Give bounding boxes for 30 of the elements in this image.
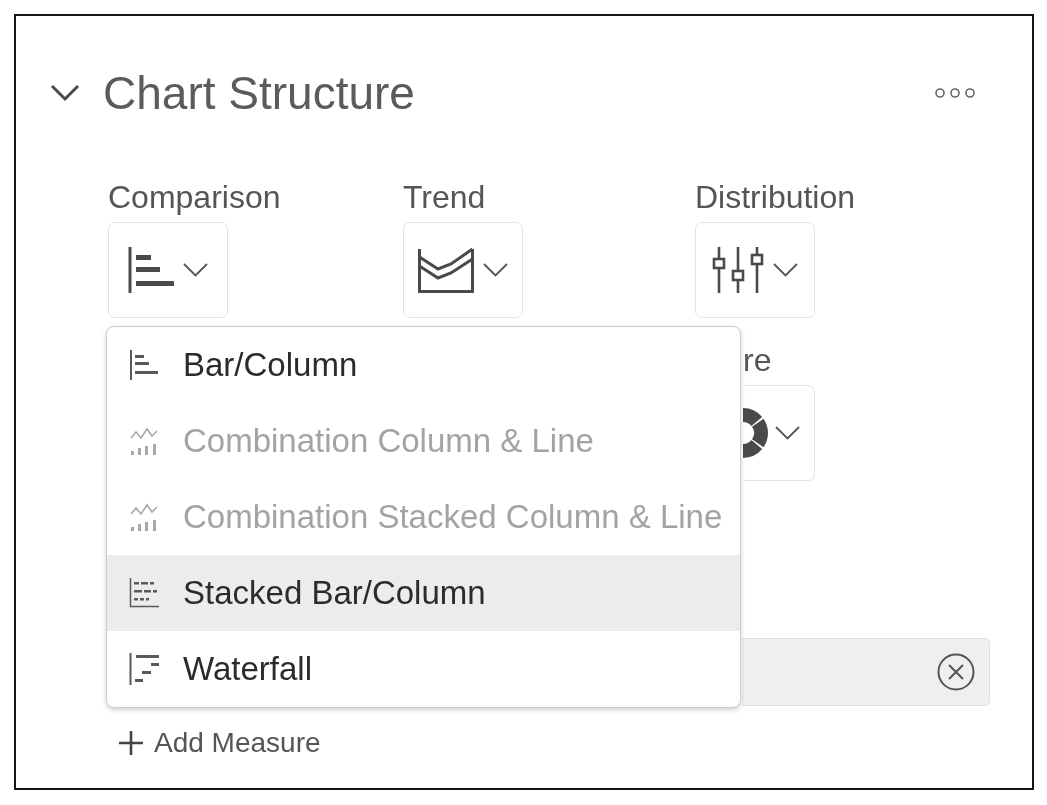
- add-measure-button[interactable]: Add Measure: [118, 728, 321, 758]
- category-label: Comparison: [108, 180, 281, 214]
- chart-type-button[interactable]: [108, 222, 228, 318]
- category-label: re: [743, 343, 772, 377]
- panel-title: Chart Structure: [103, 70, 415, 116]
- chevron-down-icon[interactable]: [50, 84, 80, 102]
- area-chart-icon: [418, 247, 474, 293]
- plus-icon: [118, 730, 144, 756]
- chevron-down-icon: [183, 263, 208, 277]
- more-icon[interactable]: [935, 88, 975, 98]
- chart-type-button[interactable]: [743, 385, 815, 481]
- chevron-down-icon: [773, 263, 798, 277]
- combo-chart-icon: [129, 502, 159, 532]
- box-plot-icon: [712, 247, 764, 293]
- category-label: Distribution: [695, 180, 856, 214]
- bar-chart-icon: [128, 247, 174, 293]
- donut-chart-icon: [743, 407, 768, 459]
- chevron-down-icon: [775, 426, 800, 440]
- menu-item[interactable]: Waterfall: [107, 631, 740, 707]
- category-label: Trend: [403, 180, 486, 214]
- waterfall-chart-icon: [129, 653, 159, 685]
- menu-item[interactable]: Bar/Column: [107, 327, 740, 403]
- chart-type-button[interactable]: [695, 222, 815, 318]
- combo-chart-icon: [129, 426, 159, 456]
- stacked-bar-chart-icon: [129, 578, 159, 608]
- chevron-down-icon: [483, 263, 508, 277]
- close-icon[interactable]: [937, 653, 975, 691]
- menu-item[interactable]: Stacked Bar/Column: [107, 555, 740, 631]
- bar-chart-icon: [129, 350, 159, 380]
- chart-type-button[interactable]: [403, 222, 523, 318]
